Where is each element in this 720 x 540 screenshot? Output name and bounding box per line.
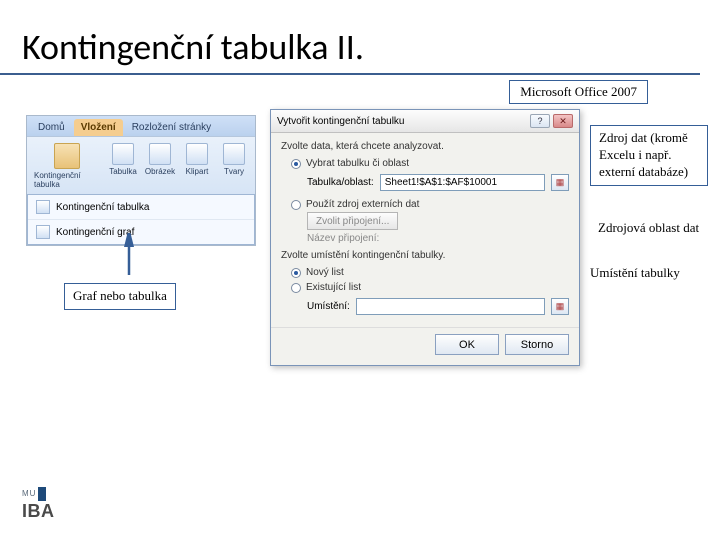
pivot-icon bbox=[54, 143, 80, 169]
dialog-buttons: OK Storno bbox=[271, 327, 579, 365]
ribbon: Domů Vložení Rozložení stránky Kontingen… bbox=[26, 115, 256, 246]
clipart-icon bbox=[186, 143, 208, 165]
cancel-button[interactable]: Storno bbox=[505, 334, 569, 355]
table-icon bbox=[112, 143, 134, 165]
picture-icon bbox=[149, 143, 171, 165]
tab-layout[interactable]: Rozložení stránky bbox=[125, 119, 218, 136]
connection-name-label: Název připojení: bbox=[281, 233, 569, 244]
dd-item-pivot-table[interactable]: Kontingenční tabulka bbox=[28, 195, 254, 220]
ribbon-btn-label: Klipart bbox=[186, 167, 209, 176]
dialog-body: Zvolte data, která chcete analyzovat. Vy… bbox=[271, 133, 579, 327]
ribbon-btn-label: Obrázek bbox=[145, 167, 175, 176]
radio-icon bbox=[291, 159, 301, 169]
radio-label: Vybrat tabulku či oblast bbox=[306, 158, 409, 169]
pivot-table-icon bbox=[36, 200, 50, 214]
annotation-source-range: Zdrojová oblast dat bbox=[598, 220, 708, 237]
ribbon-body: Kontingenční tabulka Tabulka Obrázek Kli… bbox=[27, 136, 255, 195]
ok-button[interactable]: OK bbox=[435, 334, 499, 355]
help-button[interactable]: ? bbox=[530, 114, 550, 128]
field-label: Umístění: bbox=[307, 301, 350, 312]
radio-existing-sheet[interactable]: Existující list bbox=[281, 280, 569, 295]
version-badge: Microsoft Office 2007 bbox=[509, 80, 648, 104]
logo: MU IBA bbox=[22, 483, 55, 522]
field-label: Tabulka/oblast: bbox=[307, 177, 374, 188]
radio-icon bbox=[291, 200, 301, 210]
ribbon-btn-label: Tvary bbox=[224, 167, 244, 176]
ribbon-btn-table[interactable]: Tabulka bbox=[106, 141, 140, 191]
tab-insert[interactable]: Vložení bbox=[74, 119, 123, 136]
ribbon-btn-label: Tabulka bbox=[109, 167, 137, 176]
radio-label: Nový list bbox=[306, 267, 344, 278]
field-location: Umístění: ▦ bbox=[281, 295, 569, 321]
radio-icon bbox=[291, 283, 301, 293]
radio-icon bbox=[291, 268, 301, 278]
ribbon-tabs: Domů Vložení Rozložení stránky bbox=[27, 116, 255, 136]
slide-title: Kontingenční tabulka II. bbox=[0, 0, 700, 75]
radio-select-range[interactable]: Vybrat tabulku či oblast bbox=[281, 156, 569, 171]
ribbon-btn-label: Kontingenční tabulka bbox=[34, 171, 100, 189]
radio-label: Existující list bbox=[306, 282, 361, 293]
create-pivot-dialog: Vytvořit kontingenční tabulku ? ✕ Zvolte… bbox=[270, 109, 580, 366]
field-table-range: Tabulka/oblast: ▦ bbox=[281, 171, 569, 197]
section-choose-data: Zvolte data, která chcete analyzovat. bbox=[281, 141, 569, 152]
arrow-annotation-icon bbox=[116, 233, 142, 277]
ribbon-btn-pivot[interactable]: Kontingenční tabulka bbox=[31, 141, 103, 191]
annotation-data-source: Zdroj dat (kromě Excelu i např. externí … bbox=[590, 125, 708, 186]
window-buttons: ? ✕ bbox=[530, 114, 573, 128]
section-choose-placement: Zvolte umístění kontingenční tabulky. bbox=[281, 250, 569, 261]
annotation-placement: Umístění tabulky bbox=[590, 265, 700, 282]
location-input[interactable] bbox=[356, 298, 545, 315]
tab-home[interactable]: Domů bbox=[31, 119, 72, 136]
close-button[interactable]: ✕ bbox=[553, 114, 573, 128]
logo-top: MU bbox=[22, 487, 46, 501]
dd-label: Kontingenční tabulka bbox=[56, 202, 149, 213]
ribbon-btn-picture[interactable]: Obrázek bbox=[143, 141, 177, 191]
shapes-icon bbox=[223, 143, 245, 165]
location-picker-button[interactable]: ▦ bbox=[551, 298, 569, 315]
choose-connection-button[interactable]: Zvolit připojení... bbox=[307, 212, 398, 230]
range-picker-button[interactable]: ▦ bbox=[551, 174, 569, 191]
radio-label: Použít zdroj externích dat bbox=[306, 199, 419, 210]
ribbon-btn-shapes[interactable]: Tvary bbox=[217, 141, 251, 191]
range-input[interactable] bbox=[380, 174, 545, 191]
pivot-chart-icon bbox=[36, 225, 50, 239]
ribbon-btn-clipart[interactable]: Klipart bbox=[180, 141, 214, 191]
dialog-titlebar: Vytvořit kontingenční tabulku ? ✕ bbox=[271, 110, 579, 133]
annotation-chart-or-table: Graf nebo tabulka bbox=[64, 283, 176, 310]
logo-main: IBA bbox=[22, 501, 55, 521]
dialog-title: Vytvořit kontingenční tabulku bbox=[277, 116, 404, 127]
radio-external-data[interactable]: Použít zdroj externích dat bbox=[281, 197, 569, 212]
radio-new-sheet[interactable]: Nový list bbox=[281, 265, 569, 280]
